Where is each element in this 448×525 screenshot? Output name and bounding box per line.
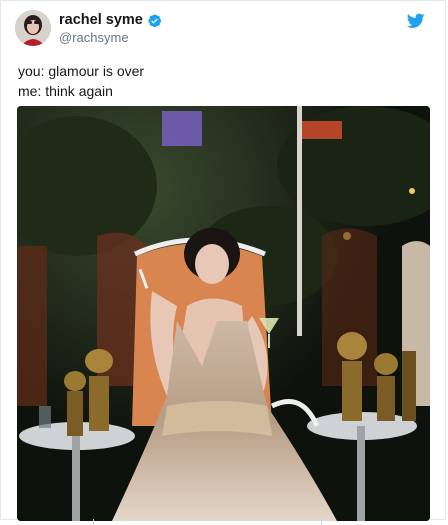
author-name-row: rachel syme bbox=[59, 12, 162, 28]
tweet-text: you: glamour is over me: think again bbox=[18, 61, 144, 101]
tweet-photo[interactable] bbox=[17, 106, 430, 521]
tweet-divider-tick bbox=[93, 519, 94, 525]
verified-badge-icon bbox=[147, 13, 162, 28]
twitter-bird-icon[interactable] bbox=[406, 13, 425, 29]
tweet-card: rachel syme @rachsyme you: glamour is ov… bbox=[0, 0, 446, 521]
author-display-name[interactable]: rachel syme bbox=[59, 12, 143, 28]
tweet-line-2: me: think again bbox=[18, 83, 113, 99]
author-avatar[interactable] bbox=[15, 10, 51, 46]
tweet-line-1: you: glamour is over bbox=[18, 63, 145, 79]
author-handle[interactable]: @rachsyme bbox=[59, 30, 129, 45]
tweet-divider-tick bbox=[321, 519, 322, 525]
